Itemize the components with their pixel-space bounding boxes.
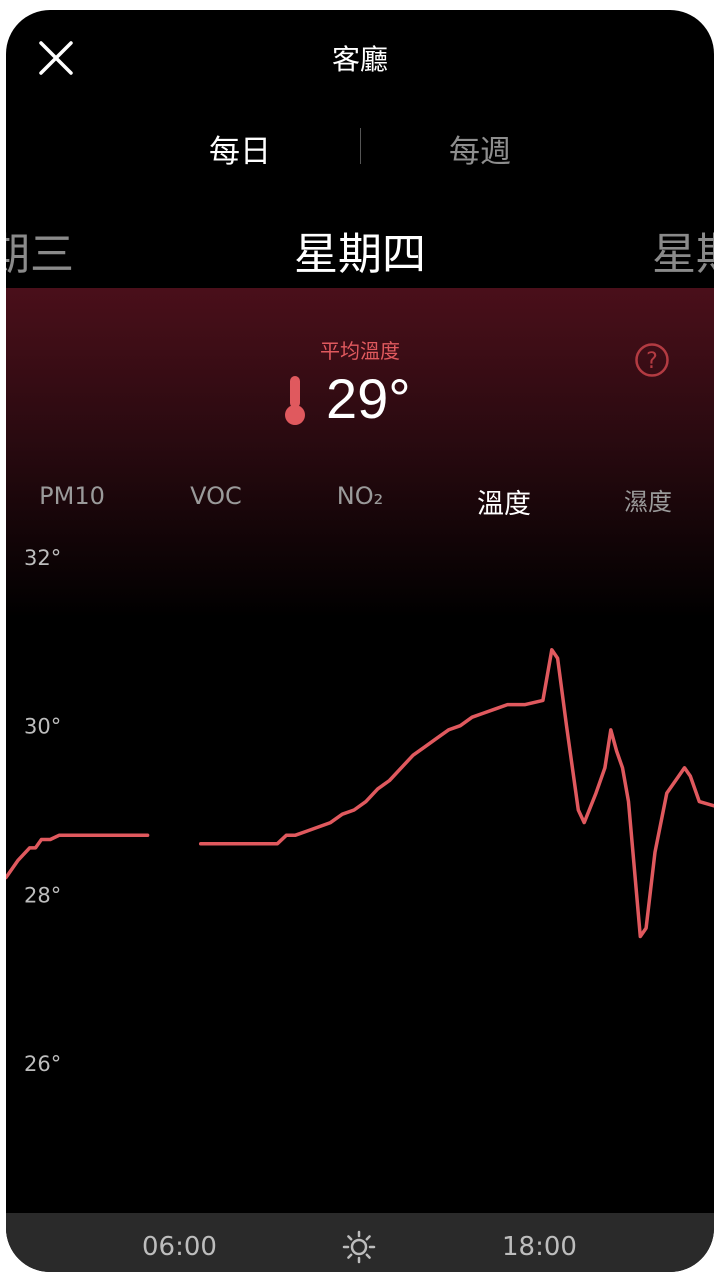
metric-tab-voc[interactable]: VOC [146, 482, 286, 510]
moon-icon [676, 1228, 706, 1262]
average-label: 平均溫度 [320, 339, 400, 363]
temperature-chart: 32° 30° 28° 26° [6, 546, 714, 1076]
y-tick-label: 28° [24, 883, 61, 907]
temperature-line-segment [6, 833, 150, 880]
thermometer-icon [282, 374, 308, 426]
help-icon[interactable]: ? [634, 342, 670, 378]
tab-divider [360, 128, 361, 164]
sun-icon [342, 1230, 376, 1264]
y-tick-label: 26° [24, 1052, 61, 1076]
y-tick-label: 32° [24, 546, 61, 570]
metric-tab-temperature[interactable]: 溫度 [434, 482, 574, 521]
tab-daily[interactable]: 每日 [140, 126, 340, 171]
metric-tab-no2[interactable]: NO₂ [290, 482, 430, 510]
svg-text:?: ? [646, 349, 658, 374]
time-label-0600: 06:00 [142, 1232, 217, 1262]
average-value: 29° [326, 367, 411, 430]
day-current: 星期四 [294, 229, 426, 280]
moon-icon [6, 1228, 28, 1262]
day-next[interactable]: 星期 [652, 218, 714, 282]
temperature-line-segment [198, 648, 714, 939]
page-title: 客廳 [331, 43, 388, 76]
metric-tab-humidity[interactable]: 濕度 [578, 482, 714, 517]
metric-tab-pm10[interactable]: PM10 [6, 482, 142, 510]
y-tick-label: 30° [24, 715, 61, 739]
app-screen: 客廳 每日 每週 期三 星期四 星期 平均溫度 29° ? PM10 VOC N… [6, 10, 714, 1272]
tab-weekly[interactable]: 每週 [380, 126, 580, 171]
time-label-1800: 18:00 [502, 1232, 577, 1262]
